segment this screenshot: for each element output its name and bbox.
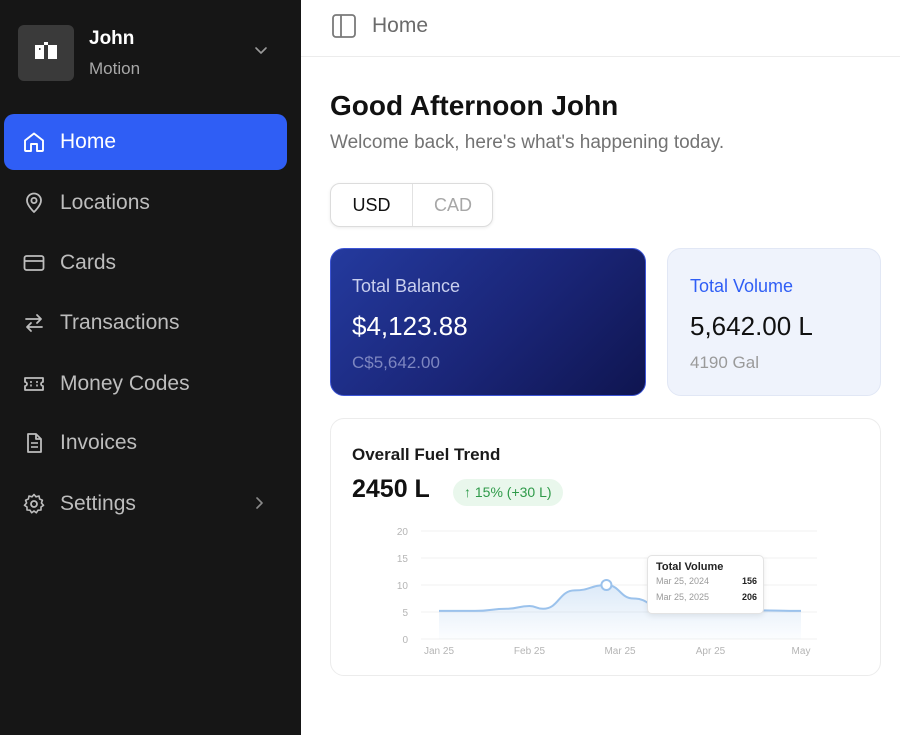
breadcrumb: Home <box>372 14 429 37</box>
sidebar-item-label: Settings <box>60 492 136 515</box>
sidebar-item-money-codes[interactable]: Money Codes <box>4 356 287 412</box>
fuel-trend-card: Overall Fuel Trend 2450 L ↑ 15% (+30 L) … <box>330 418 881 676</box>
sidebar-item-label: Invoices <box>60 431 138 454</box>
tooltip-row-label: Mar 25, 2024 <box>656 576 710 586</box>
credit-card-icon <box>23 255 45 271</box>
account-name: John <box>89 28 135 49</box>
tooltip-row-value: 206 <box>741 592 757 602</box>
card-title: Total Volume <box>690 276 794 296</box>
sidebar-item-home[interactable]: Home <box>4 114 287 170</box>
sidebar-item-settings[interactable]: Settings <box>4 476 287 532</box>
y-tick-label: 10 <box>397 581 409 592</box>
tooltip-row: Mar 25, 2024 156 <box>656 576 757 586</box>
sidebar-item-label: Transactions <box>60 311 180 334</box>
top-bar: Home <box>301 0 900 57</box>
arrows-swap-icon <box>25 314 43 332</box>
total-volume-card[interactable]: Total Volume 5,642.00 L 4190 Gal <box>667 248 881 396</box>
card-secondary-value: C$5,642.00 <box>352 353 440 372</box>
currency-toggle: USD CAD <box>330 183 493 227</box>
account-switcher[interactable]: John Motion <box>18 24 283 82</box>
y-tick-label: 0 <box>402 635 408 646</box>
company-logo <box>18 25 74 81</box>
chevron-down-icon[interactable] <box>254 44 268 58</box>
map-pin-icon <box>26 192 42 213</box>
x-tick-label: Jan 25 <box>424 646 454 657</box>
x-tick-label: Feb 25 <box>514 646 546 657</box>
sidebar-item-label: Home <box>60 130 117 153</box>
y-tick-label: 20 <box>397 527 409 538</box>
x-tick-label: Apr 25 <box>696 646 726 657</box>
chart-tooltip: Total Volume Mar 25, 2024 156 Mar 25, 20… <box>647 555 764 614</box>
fuel-trend-chart[interactable]: 0 5 10 15 20 Jan 25 Feb 25 Mar 25 Apr 25 May <box>331 419 882 677</box>
x-tick-label: Mar 25 <box>604 646 636 657</box>
account-org: Motion <box>89 59 141 78</box>
page-title: Good Afternoon John <box>330 90 619 121</box>
card-value: $4,123.88 <box>352 311 468 341</box>
x-tick-label: May <box>792 646 811 657</box>
y-tick-label: 5 <box>402 608 408 619</box>
total-balance-card[interactable]: Total Balance $4,123.88 C$5,642.00 <box>330 248 646 396</box>
card-value: 5,642.00 L <box>690 311 813 341</box>
tooltip-row: Mar 25, 2025 206 <box>656 592 757 602</box>
sidebar-item-locations[interactable]: Locations <box>4 175 287 231</box>
sidebar: John Motion Home Locations Cards Transac… <box>0 0 301 735</box>
card-title: Total Balance <box>352 276 461 296</box>
chevron-right-icon <box>256 497 263 509</box>
sidebar-item-label: Locations <box>60 191 150 214</box>
sidebar-item-transactions[interactable]: Transactions <box>4 295 287 351</box>
sidebar-item-label: Money Codes <box>60 372 190 395</box>
tooltip-title: Total Volume <box>656 561 724 573</box>
currency-option-usd[interactable]: USD <box>331 184 413 226</box>
home-icon <box>24 132 44 152</box>
ticket-icon <box>24 377 44 391</box>
sidebar-toggle-icon[interactable] <box>331 13 357 39</box>
building-icon <box>35 42 57 59</box>
highlight-point <box>600 579 613 591</box>
page-subtitle: Welcome back, here's what's happening to… <box>330 132 725 153</box>
sidebar-item-cards[interactable]: Cards <box>4 235 287 291</box>
gear-icon <box>23 493 45 514</box>
tooltip-row-label: Mar 25, 2025 <box>656 592 710 602</box>
currency-option-cad[interactable]: CAD <box>413 184 492 226</box>
card-secondary-value: 4190 Gal <box>690 353 759 372</box>
y-tick-label: 15 <box>397 554 409 565</box>
tooltip-row-value: 156 <box>741 576 757 586</box>
document-icon <box>27 433 42 453</box>
sidebar-item-label: Cards <box>60 251 117 274</box>
sidebar-item-invoices[interactable]: Invoices <box>4 415 287 471</box>
